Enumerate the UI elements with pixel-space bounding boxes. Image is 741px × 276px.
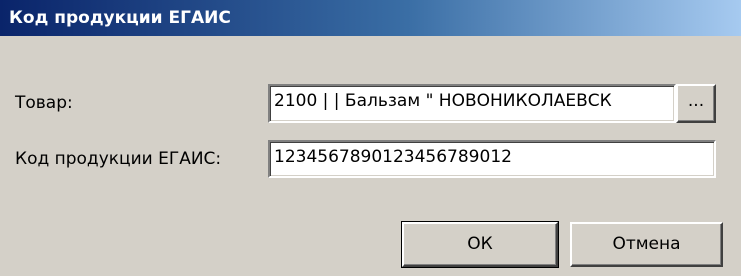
product-field[interactable]: 2100 | | Бальзам " НОВОНИКОЛАЕВСК (268, 84, 676, 123)
ok-button-label: ОК (467, 234, 493, 254)
window-title: Код продукции ЕГАИС (9, 8, 231, 28)
browse-button[interactable]: ... (676, 84, 716, 123)
code-label: Код продукции ЕГАИС: (15, 149, 222, 169)
product-label: Товар: (15, 93, 73, 113)
cancel-button-label: Отмена (612, 234, 681, 254)
ok-button[interactable]: ОК (401, 221, 559, 268)
cancel-button[interactable]: Отмена (570, 222, 723, 267)
browse-button-label: ... (687, 91, 705, 111)
dialog-window: Код продукции ЕГАИС Товар: 2100 | | Баль… (0, 0, 741, 276)
egais-code-field[interactable]: 1234567890123456789012 (268, 140, 716, 178)
title-bar[interactable]: Код продукции ЕГАИС (0, 0, 741, 36)
product-field-value: 2100 | | Бальзам " НОВОНИКОЛАЕВСК (274, 91, 612, 111)
egais-code-field-value: 1234567890123456789012 (274, 147, 512, 167)
